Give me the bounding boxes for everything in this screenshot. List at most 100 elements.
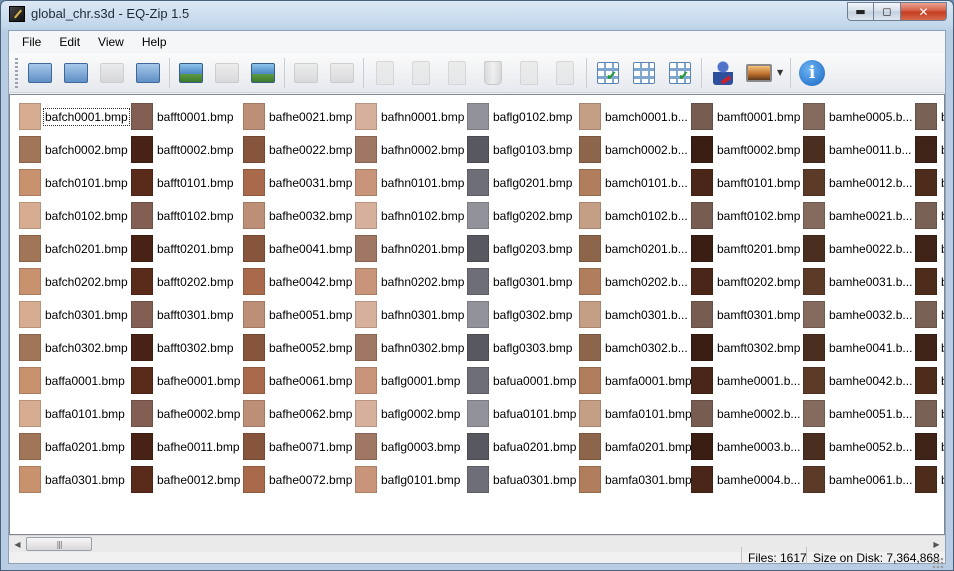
file-item[interactable]: bafft0202.bmp bbox=[131, 265, 243, 298]
file-item[interactable]: b bbox=[915, 331, 944, 364]
file-item[interactable]: b bbox=[915, 265, 944, 298]
file-item[interactable]: baflg0003.bmp bbox=[355, 430, 467, 463]
open-archive-button[interactable] bbox=[60, 57, 92, 89]
new-archive-button[interactable] bbox=[24, 57, 56, 89]
file-item[interactable]: bamch0302.b... bbox=[579, 331, 691, 364]
file-item[interactable]: bamhe0012.b... bbox=[803, 166, 915, 199]
file-item[interactable]: bafhn0101.bmp bbox=[355, 166, 467, 199]
file-item[interactable]: bafft0102.bmp bbox=[131, 199, 243, 232]
file-item[interactable]: b bbox=[915, 166, 944, 199]
menu-view[interactable]: View bbox=[89, 33, 133, 51]
app-icon[interactable] bbox=[9, 6, 25, 22]
file-item[interactable]: bamft0201.bmp bbox=[691, 232, 803, 265]
user-button[interactable] bbox=[707, 57, 739, 89]
file-item[interactable]: b bbox=[915, 397, 944, 430]
file-item[interactable]: bafch0202.bmp bbox=[19, 265, 131, 298]
file-item[interactable]: bafhn0302.bmp bbox=[355, 331, 467, 364]
file-item[interactable]: bamch0001.b... bbox=[579, 100, 691, 133]
file-item[interactable]: bafch0102.bmp bbox=[19, 199, 131, 232]
file-item[interactable]: bamhe0032.b... bbox=[803, 298, 915, 331]
file-item[interactable]: baffa0001.bmp bbox=[19, 364, 131, 397]
file-item[interactable]: bafhe0072.bmp bbox=[243, 463, 355, 496]
file-item[interactable]: baflg0001.bmp bbox=[355, 364, 467, 397]
file-item[interactable]: bafua0001.bmp bbox=[467, 364, 579, 397]
file-item[interactable]: bafft0201.bmp bbox=[131, 232, 243, 265]
select-none-button[interactable] bbox=[628, 57, 660, 89]
file-item[interactable]: bamch0201.b... bbox=[579, 232, 691, 265]
file-item[interactable]: bamhe0011.b... bbox=[803, 133, 915, 166]
file-item[interactable]: bamft0301.bmp bbox=[691, 298, 803, 331]
file-item[interactable]: baflg0303.bmp bbox=[467, 331, 579, 364]
file-item[interactable]: bafhn0001.bmp bbox=[355, 100, 467, 133]
file-item[interactable]: bamhe0052.b... bbox=[803, 430, 915, 463]
file-item[interactable]: baflg0002.bmp bbox=[355, 397, 467, 430]
dropdown-arrow-icon[interactable]: ▼ bbox=[777, 68, 783, 77]
file-item[interactable]: bamft0002.bmp bbox=[691, 133, 803, 166]
file-item[interactable]: bafhe0021.bmp bbox=[243, 100, 355, 133]
file-item[interactable]: bamhe0051.b... bbox=[803, 397, 915, 430]
file-item[interactable]: baflg0102.bmp bbox=[467, 100, 579, 133]
file-item[interactable]: bamft0202.bmp bbox=[691, 265, 803, 298]
file-item[interactable]: bafhe0061.bmp bbox=[243, 364, 355, 397]
file-item[interactable]: baflg0203.bmp bbox=[467, 232, 579, 265]
file-item[interactable]: bafhn0102.bmp bbox=[355, 199, 467, 232]
file-item[interactable]: bamch0002.b... bbox=[579, 133, 691, 166]
toolbar-grip[interactable] bbox=[15, 57, 18, 88]
file-item[interactable]: bafhn0301.bmp bbox=[355, 298, 467, 331]
file-item[interactable]: b bbox=[915, 133, 944, 166]
file-item[interactable]: bafft0302.bmp bbox=[131, 331, 243, 364]
file-item[interactable]: bafhe0012.bmp bbox=[131, 463, 243, 496]
resize-grip[interactable] bbox=[932, 557, 944, 569]
file-item[interactable]: bafhe0002.bmp bbox=[131, 397, 243, 430]
file-item[interactable]: bafch0301.bmp bbox=[19, 298, 131, 331]
convert-image-button[interactable] bbox=[247, 57, 279, 89]
file-item[interactable]: bafhe0032.bmp bbox=[243, 199, 355, 232]
info-button[interactable]: i bbox=[796, 57, 828, 89]
file-item[interactable]: b bbox=[915, 232, 944, 265]
file-item[interactable]: baffa0101.bmp bbox=[19, 397, 131, 430]
file-item[interactable]: bafua0201.bmp bbox=[467, 430, 579, 463]
file-item[interactable]: bamhe0031.b... bbox=[803, 265, 915, 298]
file-item[interactable]: bafhe0042.bmp bbox=[243, 265, 355, 298]
file-item[interactable]: bafhe0001.bmp bbox=[131, 364, 243, 397]
scroll-left-button[interactable]: ◀ bbox=[9, 536, 26, 553]
file-item[interactable]: bamhe0021.b... bbox=[803, 199, 915, 232]
scrollbar-thumb[interactable]: ||| bbox=[26, 537, 92, 551]
file-item[interactable]: bamfa0101.bmp bbox=[579, 397, 691, 430]
file-item[interactable]: bafch0302.bmp bbox=[19, 331, 131, 364]
file-item[interactable]: bafft0001.bmp bbox=[131, 100, 243, 133]
file-item[interactable]: baflg0101.bmp bbox=[355, 463, 467, 496]
file-item[interactable]: bamft0101.bmp bbox=[691, 166, 803, 199]
select-all-button[interactable]: ✔ bbox=[592, 57, 624, 89]
file-item[interactable]: bafhn0002.bmp bbox=[355, 133, 467, 166]
file-item[interactable]: b bbox=[915, 100, 944, 133]
file-item[interactable]: bamft0001.bmp bbox=[691, 100, 803, 133]
import-image-button[interactable] bbox=[175, 57, 207, 89]
file-item[interactable]: bafhe0071.bmp bbox=[243, 430, 355, 463]
file-item[interactable]: bafhe0052.bmp bbox=[243, 331, 355, 364]
save-archive-button[interactable] bbox=[132, 57, 164, 89]
file-item[interactable]: bamhe0002.b... bbox=[691, 397, 803, 430]
invert-selection-button[interactable]: ✔ bbox=[664, 57, 696, 89]
file-item[interactable]: bamch0202.b... bbox=[579, 265, 691, 298]
file-item[interactable]: bamhe0004.b... bbox=[691, 463, 803, 496]
menu-help[interactable]: Help bbox=[133, 33, 176, 51]
file-item[interactable]: bamhe0001.b... bbox=[691, 364, 803, 397]
file-item[interactable]: b bbox=[915, 364, 944, 397]
file-item[interactable]: bafhe0031.bmp bbox=[243, 166, 355, 199]
file-item[interactable]: baflg0202.bmp bbox=[467, 199, 579, 232]
file-item[interactable]: bafhe0011.bmp bbox=[131, 430, 243, 463]
file-item[interactable]: baflg0201.bmp bbox=[467, 166, 579, 199]
file-item[interactable]: bafft0002.bmp bbox=[131, 133, 243, 166]
menu-edit[interactable]: Edit bbox=[50, 33, 89, 51]
file-item[interactable]: bamhe0042.b... bbox=[803, 364, 915, 397]
close-button[interactable]: ✕ bbox=[901, 2, 947, 21]
file-item[interactable]: bafhn0202.bmp bbox=[355, 265, 467, 298]
file-item[interactable]: b bbox=[915, 199, 944, 232]
file-item[interactable]: bafch0001.bmp bbox=[19, 100, 131, 133]
file-item[interactable]: bamhe0003.b... bbox=[691, 430, 803, 463]
file-item[interactable]: baflg0301.bmp bbox=[467, 265, 579, 298]
file-item[interactable]: b bbox=[915, 298, 944, 331]
file-item[interactable]: bamfa0201.bmp bbox=[579, 430, 691, 463]
file-item[interactable]: bafch0002.bmp bbox=[19, 133, 131, 166]
